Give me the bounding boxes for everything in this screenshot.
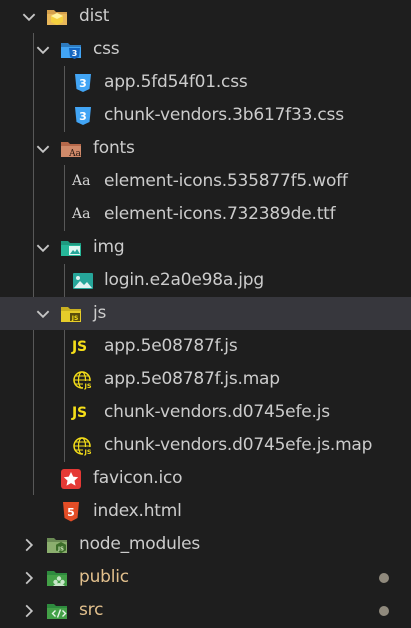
tree-item-label: fonts [93,138,135,158]
javascript-icon: JS [72,405,87,421]
svg-text:3: 3 [72,49,78,58]
tree-item-label: public [79,567,129,587]
folder-public-icon [46,568,68,588]
tree-item-fonts[interactable]: Aa fonts [0,132,411,165]
svg-text:JS: JS [57,547,64,553]
modified-indicator-dot [379,606,389,616]
tree-item-file[interactable]: JS app.5e08787f.js [0,330,411,363]
tree-item-label: dist [79,6,110,26]
font-icon: Aa [72,206,91,222]
chevron-down-icon[interactable] [34,41,52,59]
chevron-right-icon[interactable] [20,536,38,554]
tree-item-css[interactable]: 3 css [0,33,411,66]
tree-item-node-modules[interactable]: JS node_modules [0,528,411,561]
chevron-right-icon[interactable] [20,569,38,587]
tree-item-img[interactable]: img [0,231,411,264]
folder-node-icon: JS [46,535,68,555]
tree-item-label: login.e2a0e98a.jpg [104,270,264,290]
folder-fonts-icon: Aa [60,139,82,159]
tree-item-file[interactable]: JS chunk-vendors.d0745efe.js.map [0,429,411,462]
tree-item-label: src [79,600,104,620]
favicon-star-icon [60,469,82,489]
tree-item-label: index.html [93,501,182,521]
tree-item-file[interactable]: favicon.ico [0,462,411,495]
tree-item-label: js [93,303,107,323]
tree-item-label: app.5e08787f.js.map [104,369,280,389]
tree-item-label: app.5fd54f01.css [104,72,248,92]
folder-dist-icon [46,7,68,27]
svg-text:JS: JS [83,448,91,456]
tree-item-file[interactable]: JS app.5e08787f.js.map [0,363,411,396]
tree-item-file[interactable]: 3 chunk-vendors.3b617f33.css [0,99,411,132]
tree-item-file[interactable]: Aa element-icons.535877f5.woff [0,165,411,198]
svg-text:JS: JS [83,382,91,390]
tree-item-label: chunk-vendors.d0745efe.js [104,402,330,422]
svg-text:3: 3 [79,110,87,123]
tree-item-label: node_modules [79,534,201,554]
javascript-map-icon: JS [72,370,94,390]
tree-item-label: chunk-vendors.d0745efe.js.map [104,435,373,455]
modified-indicator-dot [379,573,389,583]
svg-text:3: 3 [79,77,87,90]
css3-icon: 3 [72,106,94,126]
chevron-down-icon[interactable] [34,239,52,257]
html5-icon: 5 [60,502,82,522]
tree-item-file[interactable]: JS chunk-vendors.d0745efe.js [0,396,411,429]
tree-item-file[interactable]: 3 app.5fd54f01.css [0,66,411,99]
svg-text:JS: JS [71,315,79,322]
tree-item-label: element-icons.732389de.ttf [104,204,336,224]
chevron-down-icon[interactable] [20,8,38,26]
tree-item-dist[interactable]: dist [0,0,411,33]
font-icon: Aa [72,173,91,189]
folder-src-icon [46,601,68,621]
tree-item-label: favicon.ico [93,468,183,488]
folder-css-icon: 3 [60,40,82,60]
chevron-down-icon[interactable] [34,140,52,158]
javascript-map-icon: JS [72,436,94,456]
chevron-down-icon[interactable] [34,305,52,323]
tree-item-label: element-icons.535877f5.woff [104,171,348,191]
svg-text:5: 5 [67,506,75,519]
chevron-right-icon[interactable] [20,602,38,620]
svg-text:Aa: Aa [68,149,81,159]
tree-item-js[interactable]: JS js [0,297,411,330]
folder-images-icon [60,238,82,258]
folder-js-icon: JS [60,304,82,324]
file-explorer-tree: dist 3 css 3 app.5fd54f01.css 3 chunk-ve… [0,0,411,628]
tree-item-label: chunk-vendors.3b617f33.css [104,105,344,125]
tree-item-file[interactable]: 5 index.html [0,495,411,528]
css3-icon: 3 [72,73,94,93]
image-icon [72,271,94,291]
tree-item-label: css [93,39,120,59]
tree-item-file[interactable]: login.e2a0e98a.jpg [0,264,411,297]
tree-item-public[interactable]: public [0,561,411,594]
tree-item-label: app.5e08787f.js [104,336,238,356]
javascript-icon: JS [72,339,87,355]
tree-item-file[interactable]: Aa element-icons.732389de.ttf [0,198,411,231]
tree-item-label: img [93,237,125,257]
tree-item-src[interactable]: src [0,594,411,627]
